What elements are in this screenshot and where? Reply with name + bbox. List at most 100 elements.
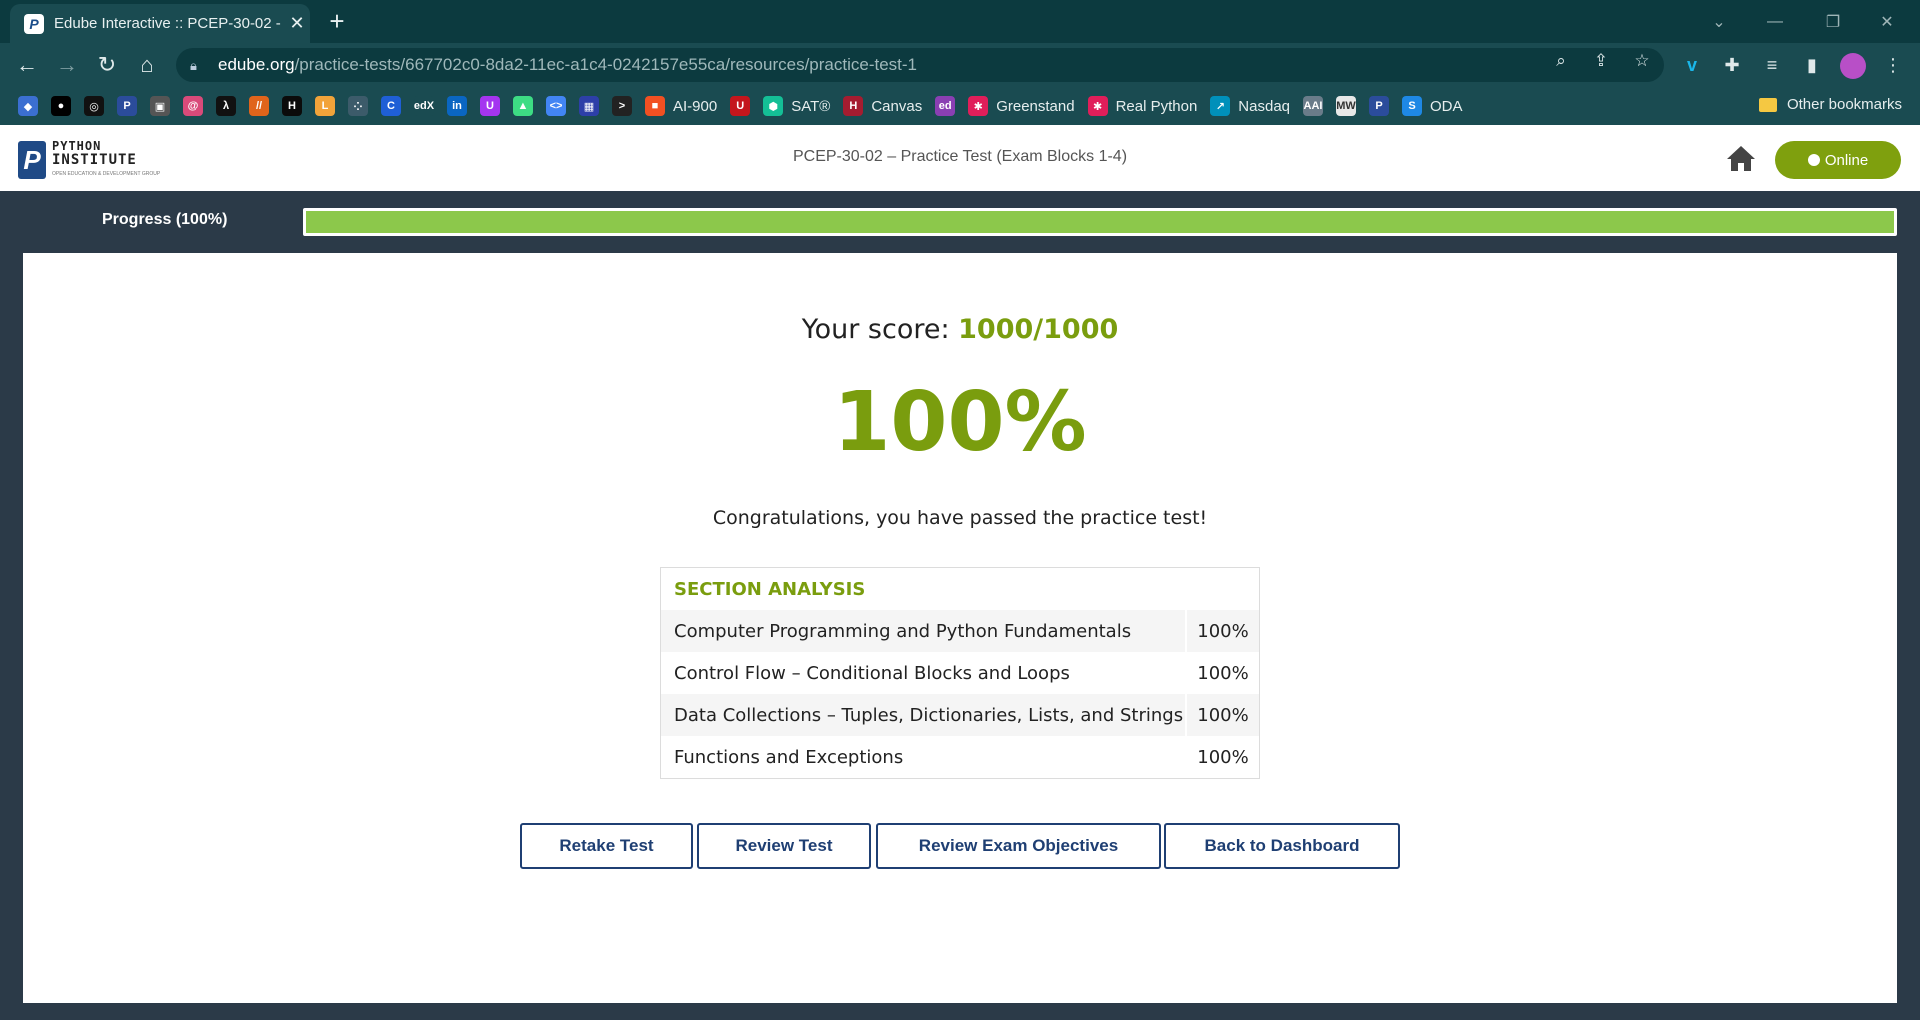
bookmark-label: SAT® — [791, 97, 831, 115]
share-icon[interactable]: ⇪ — [1590, 50, 1612, 72]
bookmark-item[interactable]: ⁘ — [348, 96, 368, 116]
bookmark-item[interactable]: ✱ Real Python — [1087, 96, 1198, 116]
bookmark-item[interactable]: ed — [935, 96, 956, 116]
slack-icon: ✱ — [1087, 96, 1108, 116]
bookmark-item[interactable]: U — [480, 96, 500, 116]
bookmark-item[interactable]: H — [282, 96, 302, 116]
bookmark-item[interactable]: ↗ Nasdaq — [1210, 96, 1290, 116]
slack-icon: ✱ — [968, 96, 989, 116]
bookmark-label: Greenstand — [996, 97, 1075, 115]
bookmark-label: Canvas — [871, 97, 923, 115]
khan-icon: ⬢ — [763, 96, 784, 116]
vimeo-extension-icon[interactable]: v — [1679, 52, 1705, 78]
online-status-button[interactable]: Online — [1775, 141, 1901, 179]
browser-tab[interactable]: P Edube Interactive :: PCEP-30-02 - ✕ — [10, 4, 310, 43]
media-control-icon[interactable]: ≡ — [1759, 52, 1785, 78]
shield-icon: U — [730, 96, 751, 116]
review-exam-objectives-button[interactable]: Review Exam Objectives — [876, 823, 1161, 869]
coursera-icon: C — [381, 96, 401, 116]
bookmark-item[interactable]: P — [117, 96, 137, 116]
udemy-icon: U — [480, 96, 500, 116]
bookmark-item[interactable]: edX — [414, 96, 434, 116]
restore-icon[interactable]: ❐ — [1810, 0, 1856, 43]
browser-toolbar: ← → ↻ ⌂ 🔒︎ edube.org/practice-tests/6677… — [0, 43, 1920, 87]
github-icon: ● — [51, 96, 71, 116]
side-panel-icon[interactable]: ▮ — [1799, 52, 1825, 78]
bookmark-item[interactable]: ● — [51, 96, 71, 116]
mw-icon: MW — [1336, 96, 1356, 116]
close-tab-icon[interactable]: ✕ — [284, 13, 310, 34]
status-dot-icon — [1807, 154, 1820, 166]
android-icon: ▲ — [513, 96, 533, 116]
minimize-icon[interactable]: — — [1752, 0, 1798, 43]
bookmark-item[interactable]: ▣ — [150, 96, 170, 116]
score-prefix: Your score: — [801, 314, 959, 345]
back-to-dashboard-button[interactable]: Back to Dashboard — [1164, 823, 1400, 869]
ed-icon: ed — [935, 96, 956, 116]
table-row: Computer Programming and Python Fundamen… — [661, 610, 1259, 652]
online-label: Online — [1824, 151, 1869, 169]
bookmark-label: Real Python — [1115, 97, 1198, 115]
oda-icon: S — [1402, 96, 1422, 116]
close-window-icon[interactable]: ✕ — [1864, 0, 1910, 43]
harvard-icon: H — [843, 96, 864, 116]
bookmark-label: AI-900 — [673, 97, 718, 115]
bookmark-item[interactable]: <> — [546, 96, 566, 116]
bookmark-item[interactable]: P — [1369, 96, 1389, 116]
bookmark-item[interactable]: ✱ Greenstand — [968, 96, 1075, 116]
forward-icon[interactable]: → — [52, 50, 82, 80]
bookmark-item[interactable]: ◆ — [18, 96, 38, 116]
reload-icon[interactable]: ↻ — [92, 50, 122, 80]
bookmark-item[interactable]: H Canvas — [843, 96, 922, 116]
bookmark-item[interactable]: ▦ — [579, 96, 599, 116]
section-name: Control Flow – Conditional Blocks and Lo… — [674, 662, 1070, 684]
table-row: Functions and Exceptions 100% — [661, 736, 1259, 778]
section-name: Functions and Exceptions — [674, 746, 904, 768]
profile-avatar[interactable] — [1840, 53, 1866, 79]
bookmark-item[interactable]: ■ AI-900 — [645, 96, 717, 116]
bookmark-star-icon[interactable]: ☆ — [1631, 50, 1653, 72]
other-bookmarks[interactable]: Other bookmarks — [1758, 96, 1902, 113]
zoom-icon[interactable]: ⌕ — [1550, 50, 1572, 72]
lock-icon: 🔒︎ — [190, 58, 197, 73]
section-analysis-title: SECTION ANALYSIS — [674, 578, 866, 600]
bookmark-item[interactable]: MW — [1336, 96, 1356, 116]
section-percent: 100% — [1185, 652, 1259, 694]
review-test-button[interactable]: Review Test — [697, 823, 871, 869]
score-line: Your score: 1000/1000 — [23, 314, 1897, 345]
bookmark-item[interactable]: in — [447, 96, 467, 116]
bookmark-item[interactable]: AAI — [1303, 96, 1323, 116]
home-page-icon[interactable]: ⌂ — [132, 50, 162, 80]
address-bar[interactable]: 🔒︎ edube.org/practice-tests/667702c0-8da… — [176, 48, 1664, 82]
python-institute-favicon-icon: P — [24, 13, 44, 34]
linkedin-icon: in — [447, 96, 467, 116]
extensions-icon[interactable]: ✚ — [1719, 52, 1745, 78]
bookmark-item[interactable]: @ — [183, 96, 203, 116]
folder-icon — [1758, 97, 1777, 112]
python-institute-icon: P — [117, 96, 137, 116]
progress-label: Progress (100%) — [102, 211, 228, 228]
bookmark-item[interactable]: λ — [216, 96, 236, 116]
bookmark-item[interactable]: C — [381, 96, 401, 116]
home-icon[interactable] — [1725, 143, 1757, 173]
edx-icon: edX — [414, 96, 434, 116]
menu-kebab-icon[interactable]: ⋮ — [1880, 52, 1906, 78]
layers-icon: ◆ — [18, 96, 38, 116]
bookmark-item[interactable]: L — [315, 96, 335, 116]
back-icon[interactable]: ← — [12, 50, 42, 80]
bookmark-item[interactable]: S ODA — [1402, 96, 1463, 116]
new-tab-icon[interactable]: + — [322, 6, 352, 36]
bookmark-item[interactable]: ⬢ SAT® — [763, 96, 830, 116]
retake-test-button[interactable]: Retake Test — [520, 823, 693, 869]
bookmark-item[interactable]: > — [612, 96, 632, 116]
bookmark-item[interactable]: U — [730, 96, 751, 116]
bookmark-item[interactable]: ▲ — [513, 96, 533, 116]
bookmark-item[interactable]: ◎ — [84, 96, 104, 116]
progress-bar — [303, 208, 1897, 236]
section-percent: 100% — [1185, 736, 1259, 778]
stripes-icon: // — [249, 96, 269, 116]
bookmark-item[interactable]: // — [249, 96, 269, 116]
tab-search-icon[interactable]: ⌄ — [1696, 0, 1742, 43]
url-text: edube.org/practice-tests/667702c0-8da2-1… — [218, 55, 918, 74]
congratulations-message: Congratulations, you have passed the pra… — [712, 507, 1208, 529]
